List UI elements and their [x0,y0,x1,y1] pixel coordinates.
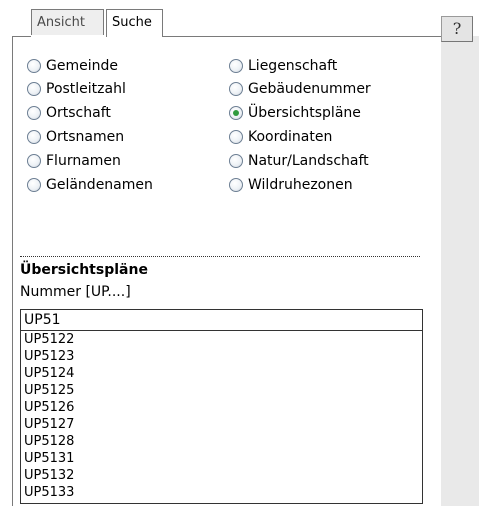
radio-button[interactable] [229,130,243,144]
radio-button[interactable] [27,106,41,120]
suggestion-item[interactable]: UP5124 [21,365,422,382]
radio-option-wildruhezonen[interactable]: Wildruhezonen [229,176,353,194]
radio-option-koordinaten[interactable]: Koordinaten [229,128,332,146]
search-panel: Ansicht Suche ? Gemeinde Postleitzahl Or… [0,0,479,506]
radio-label: Geländenamen [46,177,153,193]
panel-border [12,36,13,506]
radio-option-liegenschaft[interactable]: Liegenschaft [229,57,337,75]
radio-button[interactable] [27,59,41,73]
radio-label: Ortsnamen [46,129,125,145]
suggestion-item[interactable]: UP5123 [21,348,422,365]
suggestion-item[interactable]: UP5128 [21,433,422,450]
tab-strip-line [12,36,31,37]
radio-button[interactable] [27,154,41,168]
tab-suche[interactable]: Suche [106,9,163,37]
tab-ansicht[interactable]: Ansicht [31,9,104,35]
suggestion-item[interactable]: UP5125 [21,382,422,399]
suggestion-item[interactable]: UP5131 [21,450,422,467]
section-divider [20,256,420,257]
radio-option-ortschaft[interactable]: Ortschaft [27,104,111,122]
radio-option-gebaeudenummer[interactable]: Gebäudenummer [229,80,371,98]
suggestion-list[interactable]: UP5122 UP5123 UP5124 UP5125 UP5126 UP512… [20,331,423,504]
radio-label: Natur/Landschaft [248,153,369,169]
radio-button[interactable] [229,82,243,96]
radio-option-flurnamen[interactable]: Flurnamen [27,152,121,170]
radio-label: Koordinaten [248,129,333,145]
radio-option-gemeinde[interactable]: Gemeinde [27,57,118,75]
section-title: Übersichtspläne [20,262,148,278]
radio-option-natur-landschaft[interactable]: Natur/Landschaft [229,152,369,170]
radio-button[interactable] [27,82,41,96]
radio-option-uebersichtsplaene[interactable]: Übersichtspläne [229,104,361,122]
radio-button-selected[interactable] [229,106,243,120]
radio-option-postleitzahl[interactable]: Postleitzahl [27,80,126,98]
suggestion-item[interactable]: UP5133 [21,484,422,501]
suggestion-item[interactable]: UP5127 [21,416,422,433]
radio-label: Gebäudenummer [248,81,371,97]
plan-number-input[interactable] [20,309,423,331]
suggestion-item[interactable]: UP5122 [21,331,422,348]
radio-label: Flurnamen [46,153,121,169]
radio-label: Übersichtspläne [248,105,361,121]
help-button[interactable]: ? [441,16,473,42]
tab-strip-line [163,36,441,37]
suggestion-item[interactable]: UP5126 [21,399,422,416]
side-gutter [441,36,479,506]
suggestion-item[interactable]: UP5132 [21,467,422,484]
radio-button[interactable] [229,154,243,168]
radio-button[interactable] [27,130,41,144]
radio-option-gelaendenamen[interactable]: Geländenamen [27,176,153,194]
radio-label: Ortschaft [46,105,111,121]
radio-label: Wildruhezonen [248,177,353,193]
radio-label: Liegenschaft [248,58,338,74]
radio-label: Gemeinde [46,58,118,74]
radio-button[interactable] [229,178,243,192]
radio-button[interactable] [229,59,243,73]
field-label: Nummer [UP....] [20,284,131,300]
radio-option-ortsnamen[interactable]: Ortsnamen [27,128,124,146]
radio-button[interactable] [27,178,41,192]
radio-label: Postleitzahl [46,81,126,97]
